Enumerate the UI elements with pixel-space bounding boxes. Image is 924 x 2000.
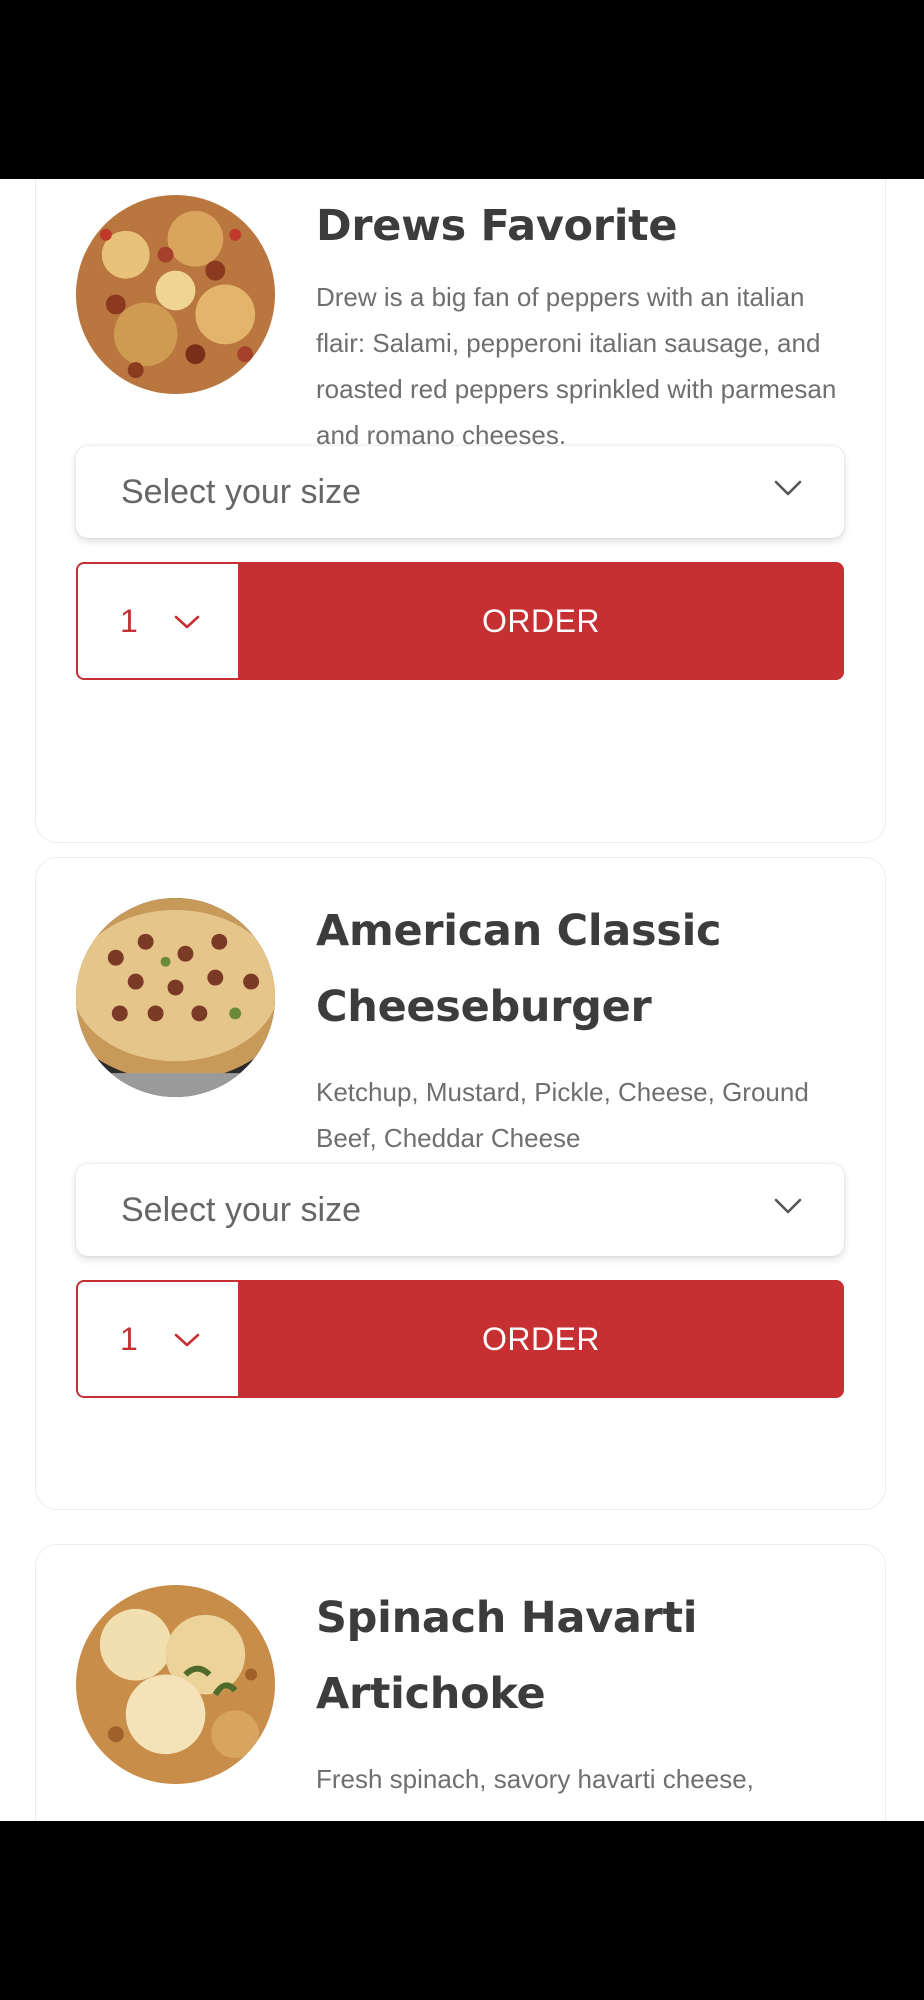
pizza-photo <box>76 1585 275 1784</box>
quantity-value: 1 <box>120 1320 138 1357</box>
menu-screen: Drews Favorite Drew is a big fan of pepp… <box>0 179 924 1821</box>
size-select-label: Select your size <box>121 1190 361 1229</box>
item-description: Ketchup, Mustard, Pickle, Cheese, Ground… <box>316 1077 809 1153</box>
quantity-value: 1 <box>120 602 138 639</box>
pizza-image-icon <box>76 195 275 394</box>
menu-item-card: Spinach Havarti Artichoke Fresh spinach,… <box>35 1544 886 1821</box>
order-button[interactable]: ORDER <box>238 562 844 680</box>
chevron-down-icon <box>174 1333 200 1347</box>
chevron-down-icon <box>774 480 802 496</box>
menu-item-card: American Classic Cheeseburger Ketchup, M… <box>35 857 886 1510</box>
pizza-image-icon <box>76 1585 275 1784</box>
pizza-photo <box>76 195 275 394</box>
item-title: American Classic Cheeseburger <box>316 906 722 1032</box>
item-description: Drew is a big fan of peppers with an ita… <box>316 282 837 450</box>
size-select-label: Select your size <box>121 472 361 511</box>
item-description: Fresh spinach, savory havarti cheese, <box>316 1764 754 1794</box>
size-select[interactable]: Select your size <box>76 446 844 538</box>
chevron-down-icon <box>174 615 200 629</box>
item-title: Drews Favorite <box>316 201 678 251</box>
pizza-photo <box>76 898 275 1097</box>
menu-item-card: Drews Favorite Drew is a big fan of pepp… <box>35 179 886 843</box>
item-title: Spinach Havarti Artichoke <box>316 1593 698 1719</box>
pizza-image-icon <box>76 898 275 1097</box>
chevron-down-icon <box>774 1198 802 1214</box>
order-button[interactable]: ORDER <box>238 1280 844 1398</box>
quantity-select[interactable]: 1 <box>76 1280 238 1398</box>
quantity-select[interactable]: 1 <box>76 562 238 680</box>
size-select[interactable]: Select your size <box>76 1164 844 1256</box>
